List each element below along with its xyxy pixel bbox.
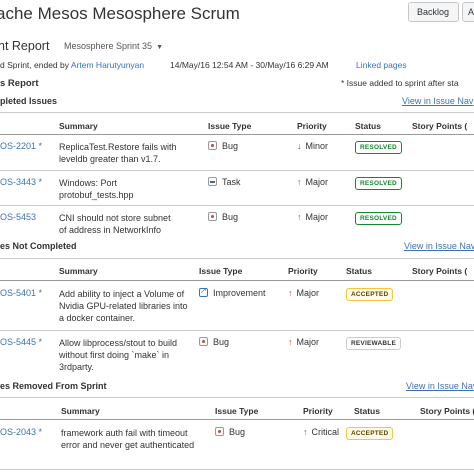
bug-icon (208, 141, 217, 150)
issue-type: Bug (208, 212, 238, 222)
divider (0, 112, 474, 113)
sprint-dates: 14/May/16 12:54 AM - 30/May/16 6:29 AM (170, 60, 329, 70)
issue-priority: ↑ Major (297, 212, 329, 222)
col-story-points: Story Points ( (412, 121, 468, 131)
divider (0, 330, 474, 331)
divider (0, 258, 474, 259)
meta-user-link[interactable]: Artem Harutyunyan (71, 60, 144, 70)
col-summary: Summary (61, 406, 100, 416)
col-summary: Summary (59, 121, 98, 131)
issue-priority: ↑ Major (297, 177, 329, 187)
issue-type: Bug (199, 337, 229, 347)
issue-priority: ↑ Major (288, 288, 320, 298)
col-issue-type: Issue Type (199, 266, 243, 276)
sprint-meta: d Sprint, ended by Artem Harutyunyan (0, 60, 144, 70)
active-sprints-button[interactable]: Ac (462, 2, 474, 22)
issue-type: Bug (215, 427, 245, 437)
col-summary: Summary (59, 266, 98, 276)
divider (0, 469, 474, 470)
not-completed-view-link[interactable]: View in Issue Nav (404, 241, 474, 251)
arrow-up-icon: ↑ (297, 177, 302, 187)
divider (0, 419, 474, 420)
issue-priority: ↑ Major (288, 337, 320, 347)
col-priority: Priority (297, 121, 327, 131)
arrow-down-icon: ↓ (297, 141, 302, 151)
divider (0, 280, 474, 281)
improvement-icon (199, 286, 208, 297)
divider (0, 397, 474, 398)
col-issue-type: Issue Type (208, 121, 252, 131)
meta-prefix: d Sprint, ended by (0, 60, 69, 70)
issue-summary: Windows: Port protobuf_tests.hpp (59, 178, 134, 200)
not-completed-heading: es Not Completed (0, 241, 77, 251)
issue-priority: ↑ Critical (303, 427, 340, 437)
divider (0, 205, 474, 206)
col-status: Status (355, 121, 381, 131)
bug-icon (208, 212, 217, 221)
arrow-up-icon: ↑ (288, 337, 293, 347)
col-priority: Priority (303, 406, 333, 416)
divider (0, 170, 474, 171)
sprint-selector-label: Mesosphere Sprint 35 (64, 41, 153, 51)
chevron-down-icon: ▼ (156, 44, 163, 51)
issue-summary: Allow libprocess/stout to build without … (59, 338, 178, 372)
issue-key-link[interactable]: OS-2043 * (0, 427, 42, 437)
status-badge: ACCEPTED (346, 288, 394, 301)
status-badge: RESOLVED (355, 177, 402, 190)
issue-type: Bug (208, 141, 238, 151)
col-story-points: Story Points ( (420, 406, 474, 416)
sprint-selector[interactable]: Mesosphere Sprint 35 ▼ (64, 41, 163, 51)
completed-issues-heading: pleted Issues (0, 96, 58, 106)
status-badge: RESOLVED (355, 141, 402, 154)
col-priority: Priority (288, 266, 318, 276)
bug-icon (199, 337, 208, 346)
issue-key-link[interactable]: OS-5453 (0, 212, 36, 222)
issue-key-link[interactable]: OS-5401 * (0, 288, 42, 298)
issue-key-link[interactable]: OS-2201 * (0, 141, 42, 151)
arrow-up-icon: ↑ (288, 288, 293, 298)
issue-summary: framework auth fail with timeout error a… (61, 428, 195, 450)
col-status: Status (346, 266, 372, 276)
issue-type: Task (208, 177, 241, 187)
issue-summary: CNI should not store subnet of address i… (59, 213, 171, 235)
board-title: ache Mesos Mesosphere Scrum (0, 4, 240, 23)
col-status: Status (354, 406, 380, 416)
issue-type: Improvement (199, 286, 266, 298)
completed-view-link[interactable]: View in Issue Nav (402, 96, 473, 106)
backlog-button[interactable]: Backlog (408, 2, 459, 22)
bug-icon (215, 427, 224, 436)
task-icon (208, 177, 217, 186)
removed-view-link[interactable]: View in Issue Nav (406, 381, 474, 391)
status-badge: REVIEWABLE (346, 337, 401, 350)
issue-key-link[interactable]: OS-3443 * (0, 177, 42, 187)
status-badge: ACCEPTED (346, 427, 394, 440)
issue-priority: ↓ Minor (297, 141, 329, 151)
issue-summary: ReplicaTest.Restore fails with leveldb g… (59, 142, 177, 164)
removed-heading: es Removed From Sprint (0, 381, 107, 391)
added-note: * Issue added to sprint after sta (341, 78, 459, 88)
section-title: s Report (0, 78, 39, 89)
arrow-up-icon: ↑ (303, 427, 308, 437)
divider (0, 134, 474, 135)
col-story-points: Story Points ( (412, 266, 468, 276)
linked-pages-link[interactable]: Linked pages (356, 60, 407, 70)
issue-key-link[interactable]: OS-5445 * (0, 337, 42, 347)
issue-summary: Add ability to inject a Volume of Nvidia… (59, 289, 188, 323)
status-badge: RESOLVED (355, 212, 402, 225)
col-issue-type: Issue Type (215, 406, 259, 416)
arrow-up-icon: ↑ (297, 212, 302, 222)
report-title: nt Report (0, 39, 50, 53)
